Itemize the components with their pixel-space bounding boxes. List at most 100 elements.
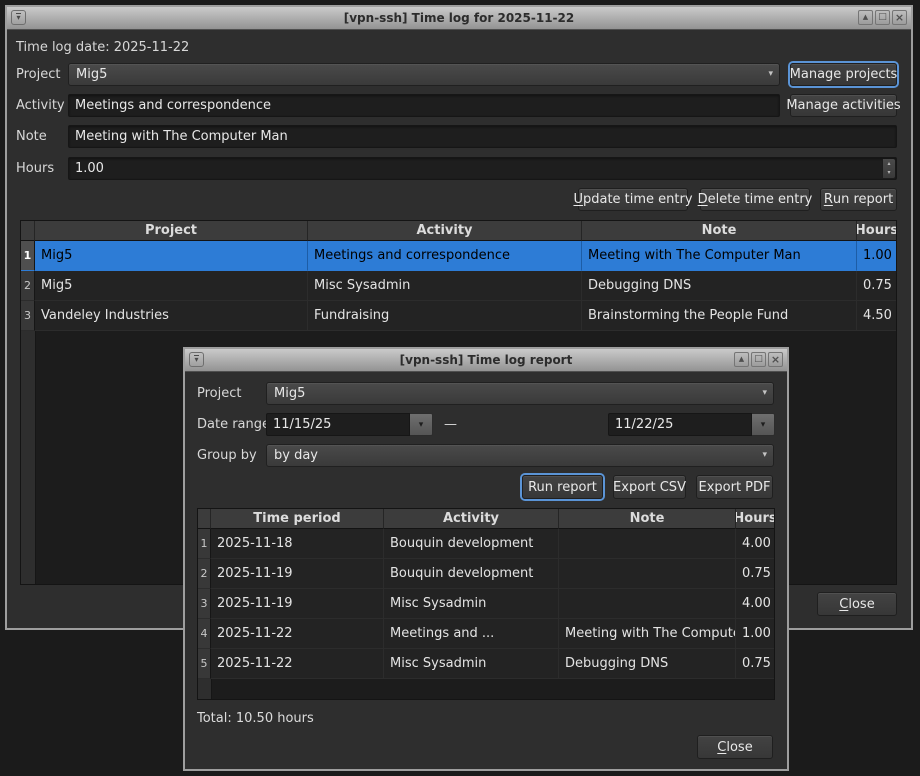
- run-report-button[interactable]: Run report: [820, 188, 897, 211]
- cell-activity[interactable]: Bouquin development: [384, 529, 559, 559]
- spin-up-button[interactable]: ▴: [883, 159, 895, 169]
- cell-note[interactable]: Debugging DNS: [582, 271, 857, 301]
- shade-icon: ▲: [739, 356, 744, 363]
- hours-value: 1.00: [75, 161, 104, 176]
- cell-hours[interactable]: 4.50: [857, 301, 896, 331]
- cell-note[interactable]: [559, 589, 736, 619]
- table-header-row: Time period Activity Note Hours: [198, 509, 774, 529]
- activity-input[interactable]: Meetings and correspondence: [68, 94, 780, 117]
- cell-note[interactable]: [559, 559, 736, 589]
- close-icon: ×: [771, 354, 780, 365]
- shade-button[interactable]: ▲: [734, 352, 749, 367]
- project-combobox[interactable]: Mig5 ▾: [68, 63, 780, 86]
- report-project-combobox[interactable]: Mig5 ▾: [266, 382, 774, 405]
- header-hours[interactable]: Hours: [857, 221, 896, 241]
- header-activity[interactable]: Activity: [384, 509, 559, 529]
- date-end-picker[interactable]: 11/22/25 ▾: [608, 413, 775, 436]
- cell-hours[interactable]: 4.00: [736, 529, 774, 559]
- window-menu-button[interactable]: ▾: [11, 10, 26, 25]
- cell-project[interactable]: Vandeley Industries: [35, 301, 308, 331]
- table-row[interactable]: 3 2025-11-19 Misc Sysadmin 4.00: [198, 589, 774, 619]
- export-csv-button[interactable]: Export CSV: [613, 475, 686, 499]
- cell-activity[interactable]: Meetings and correspondence: [308, 241, 582, 271]
- cell-activity[interactable]: Fundraising: [308, 301, 582, 331]
- report-titlebar[interactable]: ▾ [vpn-ssh] Time log report ▲ □ ×: [185, 349, 787, 372]
- cell-period[interactable]: 2025-11-18: [211, 529, 384, 559]
- update-time-entry-button[interactable]: Update time entry: [578, 188, 688, 211]
- main-close-button[interactable]: Close: [817, 592, 897, 616]
- group-by-value: by day: [274, 448, 318, 463]
- date-start-dropdown-button[interactable]: ▾: [410, 413, 433, 436]
- date-end-dropdown-button[interactable]: ▾: [752, 413, 775, 436]
- cell-activity[interactable]: Misc Sysadmin: [308, 271, 582, 301]
- cell-note[interactable]: Meeting with The Computer...: [559, 619, 736, 649]
- date-start-picker[interactable]: 11/15/25 ▾: [266, 413, 433, 436]
- window-menu-button[interactable]: ▾: [189, 352, 204, 367]
- cell-hours[interactable]: 1.00: [857, 241, 896, 271]
- activity-label: Activity: [16, 94, 65, 117]
- table-row[interactable]: 5 2025-11-22 Misc Sysadmin Debugging DNS…: [198, 649, 774, 679]
- spin-down-button[interactable]: ▾: [883, 169, 895, 179]
- header-time-period[interactable]: Time period: [211, 509, 384, 529]
- table-header-row: Project Activity Note Hours: [21, 221, 896, 241]
- date-range-separator: —: [444, 413, 457, 436]
- main-titlebar[interactable]: ▾ [vpn-ssh] Time log for 2025-11-22 ▲ □ …: [7, 7, 911, 30]
- cell-note[interactable]: Brainstorming the People Fund: [582, 301, 857, 331]
- cell-project[interactable]: Mig5: [35, 271, 308, 301]
- report-run-button[interactable]: Run report: [522, 475, 603, 499]
- shade-button[interactable]: ▲: [858, 10, 873, 25]
- cell-hours[interactable]: 0.75: [736, 559, 774, 589]
- table-row[interactable]: 3 Vandeley Industries Fundraising Brains…: [21, 301, 896, 331]
- report-close-button[interactable]: Close: [697, 735, 773, 759]
- report-dialog: ▾ [vpn-ssh] Time log report ▲ □ × Projec…: [183, 347, 789, 771]
- note-input[interactable]: Meeting with The Computer Man: [68, 125, 897, 148]
- header-note[interactable]: Note: [559, 509, 736, 529]
- table-row[interactable]: 1 Mig5 Meetings and correspondence Meeti…: [21, 241, 896, 271]
- cell-note[interactable]: Debugging DNS: [559, 649, 736, 679]
- header-project[interactable]: Project: [35, 221, 308, 241]
- delete-time-entry-button[interactable]: Delete time entry: [700, 188, 810, 211]
- cell-activity[interactable]: Bouquin development: [384, 559, 559, 589]
- cell-activity[interactable]: Meetings and ...: [384, 619, 559, 649]
- table-row[interactable]: 4 2025-11-22 Meetings and ... Meeting wi…: [198, 619, 774, 649]
- maximize-button[interactable]: □: [875, 10, 890, 25]
- table-row[interactable]: 2 Mig5 Misc Sysadmin Debugging DNS 0.75: [21, 271, 896, 301]
- group-by-combobox[interactable]: by day ▾: [266, 444, 774, 467]
- cell-hours[interactable]: 0.75: [857, 271, 896, 301]
- cell-period[interactable]: 2025-11-22: [211, 619, 384, 649]
- date-end-input[interactable]: 11/22/25: [608, 413, 752, 436]
- row-gutter-strip: [198, 679, 212, 699]
- manage-activities-button[interactable]: Manage activities: [790, 94, 897, 117]
- row-number: 1: [198, 529, 211, 559]
- manage-projects-button[interactable]: Manage projects: [790, 63, 897, 86]
- export-pdf-button[interactable]: Export PDF: [696, 475, 773, 499]
- cell-period[interactable]: 2025-11-19: [211, 589, 384, 619]
- header-activity[interactable]: Activity: [308, 221, 582, 241]
- cell-activity[interactable]: Misc Sysadmin: [384, 589, 559, 619]
- note-label: Note: [16, 125, 47, 148]
- main-window-title: [vpn-ssh] Time log for 2025-11-22: [344, 11, 574, 25]
- group-by-label: Group by: [197, 444, 257, 467]
- chevron-down-icon: ▾: [761, 420, 766, 430]
- cell-hours[interactable]: 0.75: [736, 649, 774, 679]
- close-window-button[interactable]: ×: [768, 352, 783, 367]
- table-row[interactable]: 1 2025-11-18 Bouquin development 4.00: [198, 529, 774, 559]
- table-row[interactable]: 2 2025-11-19 Bouquin development 0.75: [198, 559, 774, 589]
- cell-note[interactable]: Meeting with The Computer Man: [582, 241, 857, 271]
- cell-hours[interactable]: 1.00: [736, 619, 774, 649]
- row-number: 5: [198, 649, 211, 679]
- header-hours[interactable]: Hours: [736, 509, 774, 529]
- cell-activity[interactable]: Misc Sysadmin: [384, 649, 559, 679]
- cell-period[interactable]: 2025-11-19: [211, 559, 384, 589]
- chevron-down-icon: ▾: [762, 445, 767, 466]
- header-gutter: [198, 509, 211, 529]
- cell-project[interactable]: Mig5: [35, 241, 308, 271]
- close-window-button[interactable]: ×: [892, 10, 907, 25]
- header-note[interactable]: Note: [582, 221, 857, 241]
- date-start-input[interactable]: 11/15/25: [266, 413, 410, 436]
- cell-note[interactable]: [559, 529, 736, 559]
- cell-period[interactable]: 2025-11-22: [211, 649, 384, 679]
- cell-hours[interactable]: 4.00: [736, 589, 774, 619]
- hours-spinbox[interactable]: 1.00 ▴ ▾: [68, 157, 897, 180]
- maximize-button[interactable]: □: [751, 352, 766, 367]
